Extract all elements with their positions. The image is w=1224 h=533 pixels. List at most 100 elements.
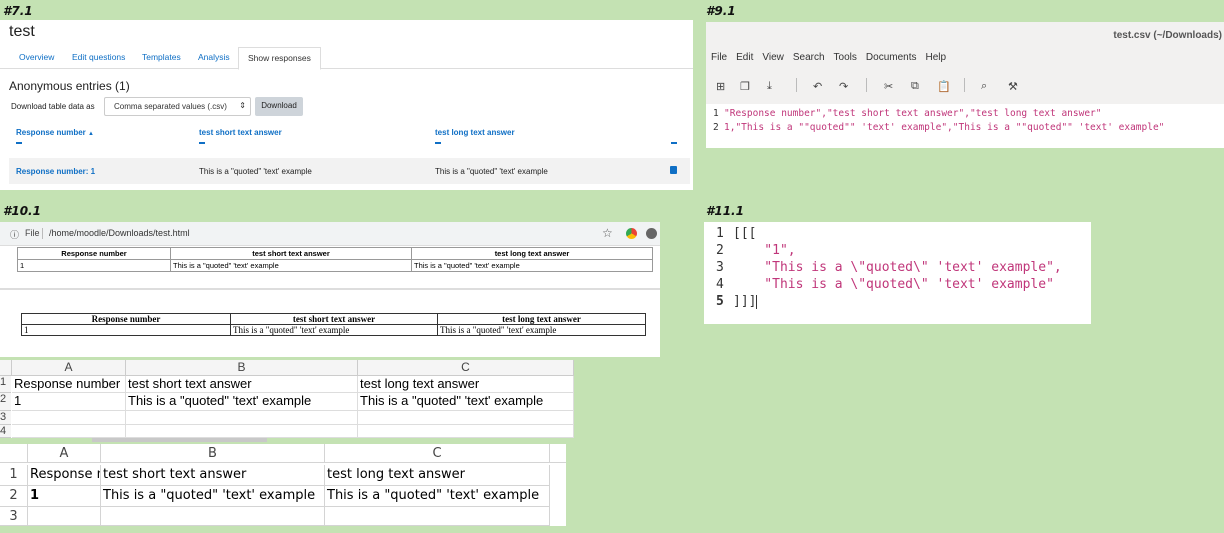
sheet-cell[interactable]: Response number: [28, 465, 101, 486]
row-header[interactable]: 2: [0, 486, 28, 507]
table-header: Response number: [21, 313, 231, 325]
window-title: test.csv (~/Downloads): [1113, 30, 1222, 41]
horizontal-scrollbar[interactable]: [92, 438, 267, 442]
bookmark-star-icon[interactable]: ☆: [602, 226, 613, 240]
info-icon[interactable]: ⓘ: [10, 228, 19, 241]
open-file-icon[interactable]: ❐: [740, 80, 750, 93]
table-cell: This is a "quoted" 'text' example: [170, 259, 412, 272]
column-header-b[interactable]: B: [126, 360, 358, 376]
url-text[interactable]: /home/moodle/Downloads/test.html: [49, 228, 190, 238]
tab-edit-questions[interactable]: Edit questions: [72, 52, 125, 62]
response-number-link[interactable]: Response number: 1: [16, 167, 95, 176]
sheet-cell[interactable]: [101, 507, 325, 526]
column-header-short-answer[interactable]: test short text answer: [199, 128, 282, 137]
sheet-cell[interactable]: Response number: [12, 376, 126, 393]
sort-asc-icon: ▲: [88, 131, 94, 137]
redo-icon[interactable]: ↷: [839, 80, 848, 93]
row-header[interactable]: 3: [0, 411, 11, 425]
column-header-d[interactable]: [550, 444, 566, 463]
table-cell: 1: [17, 259, 171, 272]
sheet-cell[interactable]: [358, 425, 574, 438]
collapse-column-icon[interactable]: [199, 142, 205, 144]
trash-icon[interactable]: [670, 166, 677, 174]
sheet-cell[interactable]: [28, 507, 101, 526]
collapse-column-icon[interactable]: [16, 142, 22, 144]
download-button[interactable]: Download: [255, 97, 303, 116]
save-icon[interactable]: ⤓: [767, 80, 772, 93]
paste-icon[interactable]: 📋: [937, 80, 951, 93]
sheet-cell[interactable]: [325, 507, 550, 526]
table-cell: This is a "quoted" 'text' example: [437, 324, 646, 336]
row-header[interactable]: 3: [0, 507, 28, 526]
sheet-cell[interactable]: [12, 425, 126, 438]
sheet-cell[interactable]: test long text answer: [325, 465, 550, 486]
menu-documents[interactable]: Documents: [866, 52, 917, 63]
table-header: test long text answer: [411, 247, 653, 260]
menu-search[interactable]: Search: [793, 52, 825, 63]
tab-show-responses[interactable]: Show responses: [238, 47, 321, 70]
column-header-long-answer[interactable]: test long text answer: [435, 128, 515, 137]
tab-templates[interactable]: Templates: [142, 52, 181, 62]
replace-icon[interactable]: ⚒: [1008, 80, 1018, 93]
table-header: Response number: [17, 247, 171, 260]
corner-cell[interactable]: [0, 360, 12, 376]
text-cursor: [756, 294, 758, 309]
collapse-column-icon[interactable]: [671, 142, 677, 144]
sheet-cell[interactable]: This is a "quoted" 'text' example: [126, 393, 358, 411]
collapse-column-icon[interactable]: [435, 142, 441, 144]
sheet-cell[interactable]: test long text answer: [358, 376, 574, 393]
sheet-cell[interactable]: This is a "quoted" 'text' example: [101, 486, 325, 507]
line-number: 5: [716, 294, 724, 309]
chrome-extension-icon[interactable]: [626, 228, 637, 239]
copy-icon[interactable]: ⧉: [911, 80, 919, 93]
json-editor-panel[interactable]: 1 [[[ 2 "1", 3 "This is a \"quoted\" 'te…: [704, 222, 1091, 324]
menu-tools[interactable]: Tools: [834, 52, 857, 63]
sheet-cell[interactable]: [12, 411, 126, 425]
tab-analysis[interactable]: Analysis: [198, 52, 230, 62]
code-line: [[[: [733, 226, 757, 241]
column-header-c[interactable]: C: [358, 360, 574, 376]
menu-edit[interactable]: Edit: [736, 52, 753, 63]
address-bar[interactable]: ⓘ File /home/moodle/Downloads/test.html …: [0, 222, 660, 246]
sheet-cell[interactable]: test short text answer: [101, 465, 325, 486]
section-heading: Anonymous entries (1): [9, 79, 130, 93]
profile-icon[interactable]: [646, 228, 657, 239]
code-line: "1",: [733, 243, 796, 258]
column-header-b[interactable]: B: [101, 444, 325, 463]
sheet-cell[interactable]: 1: [28, 486, 101, 507]
code-line: "Response number","test short text answe…: [724, 108, 1102, 119]
table-header: test long text answer: [437, 313, 646, 325]
sheet-cell[interactable]: [126, 425, 358, 438]
column-header-response-number[interactable]: Response number ▲: [16, 128, 94, 137]
table-header: test short text answer: [170, 247, 412, 260]
sheet-cell[interactable]: 1: [12, 393, 126, 411]
new-file-icon[interactable]: ⊞: [716, 80, 725, 93]
row-header[interactable]: 2: [0, 393, 11, 411]
tab-overview[interactable]: Overview: [19, 52, 54, 62]
sheet-cell[interactable]: This is a "quoted" 'text' example: [325, 486, 550, 507]
table-cell: This is a "quoted" 'text' example: [435, 167, 548, 176]
row-header[interactable]: 1: [0, 376, 11, 393]
code-line: "This is a \"quoted\" 'text' example",: [733, 260, 1062, 275]
column-header-c[interactable]: C: [325, 444, 550, 463]
row-header[interactable]: 4: [0, 425, 11, 438]
corner-cell[interactable]: [0, 444, 28, 463]
sheet-cell[interactable]: This is a "quoted" 'text' example: [358, 393, 574, 411]
column-header-a[interactable]: A: [28, 444, 101, 463]
menu-help[interactable]: Help: [925, 52, 946, 63]
menu-file[interactable]: File: [711, 52, 727, 63]
cut-icon[interactable]: ✂: [884, 80, 893, 93]
undo-icon[interactable]: ↶: [813, 80, 822, 93]
search-icon[interactable]: ⌕: [981, 80, 987, 93]
format-select[interactable]: Comma separated values (.csv) ⇕: [104, 97, 251, 116]
sheet-cell[interactable]: [126, 411, 358, 425]
line-number: 1: [716, 226, 724, 241]
table-header: test short text answer: [230, 313, 438, 325]
code-line: 1,"This is a ""quoted"" 'text' example",…: [724, 122, 1165, 133]
sheet-cell[interactable]: [358, 411, 574, 425]
editor-text-area[interactable]: 1 "Response number","test short text ans…: [706, 104, 1224, 148]
row-header[interactable]: 1: [0, 465, 28, 486]
menu-view[interactable]: View: [762, 52, 784, 63]
sheet-cell[interactable]: test short text answer: [126, 376, 358, 393]
column-header-a[interactable]: A: [12, 360, 126, 376]
